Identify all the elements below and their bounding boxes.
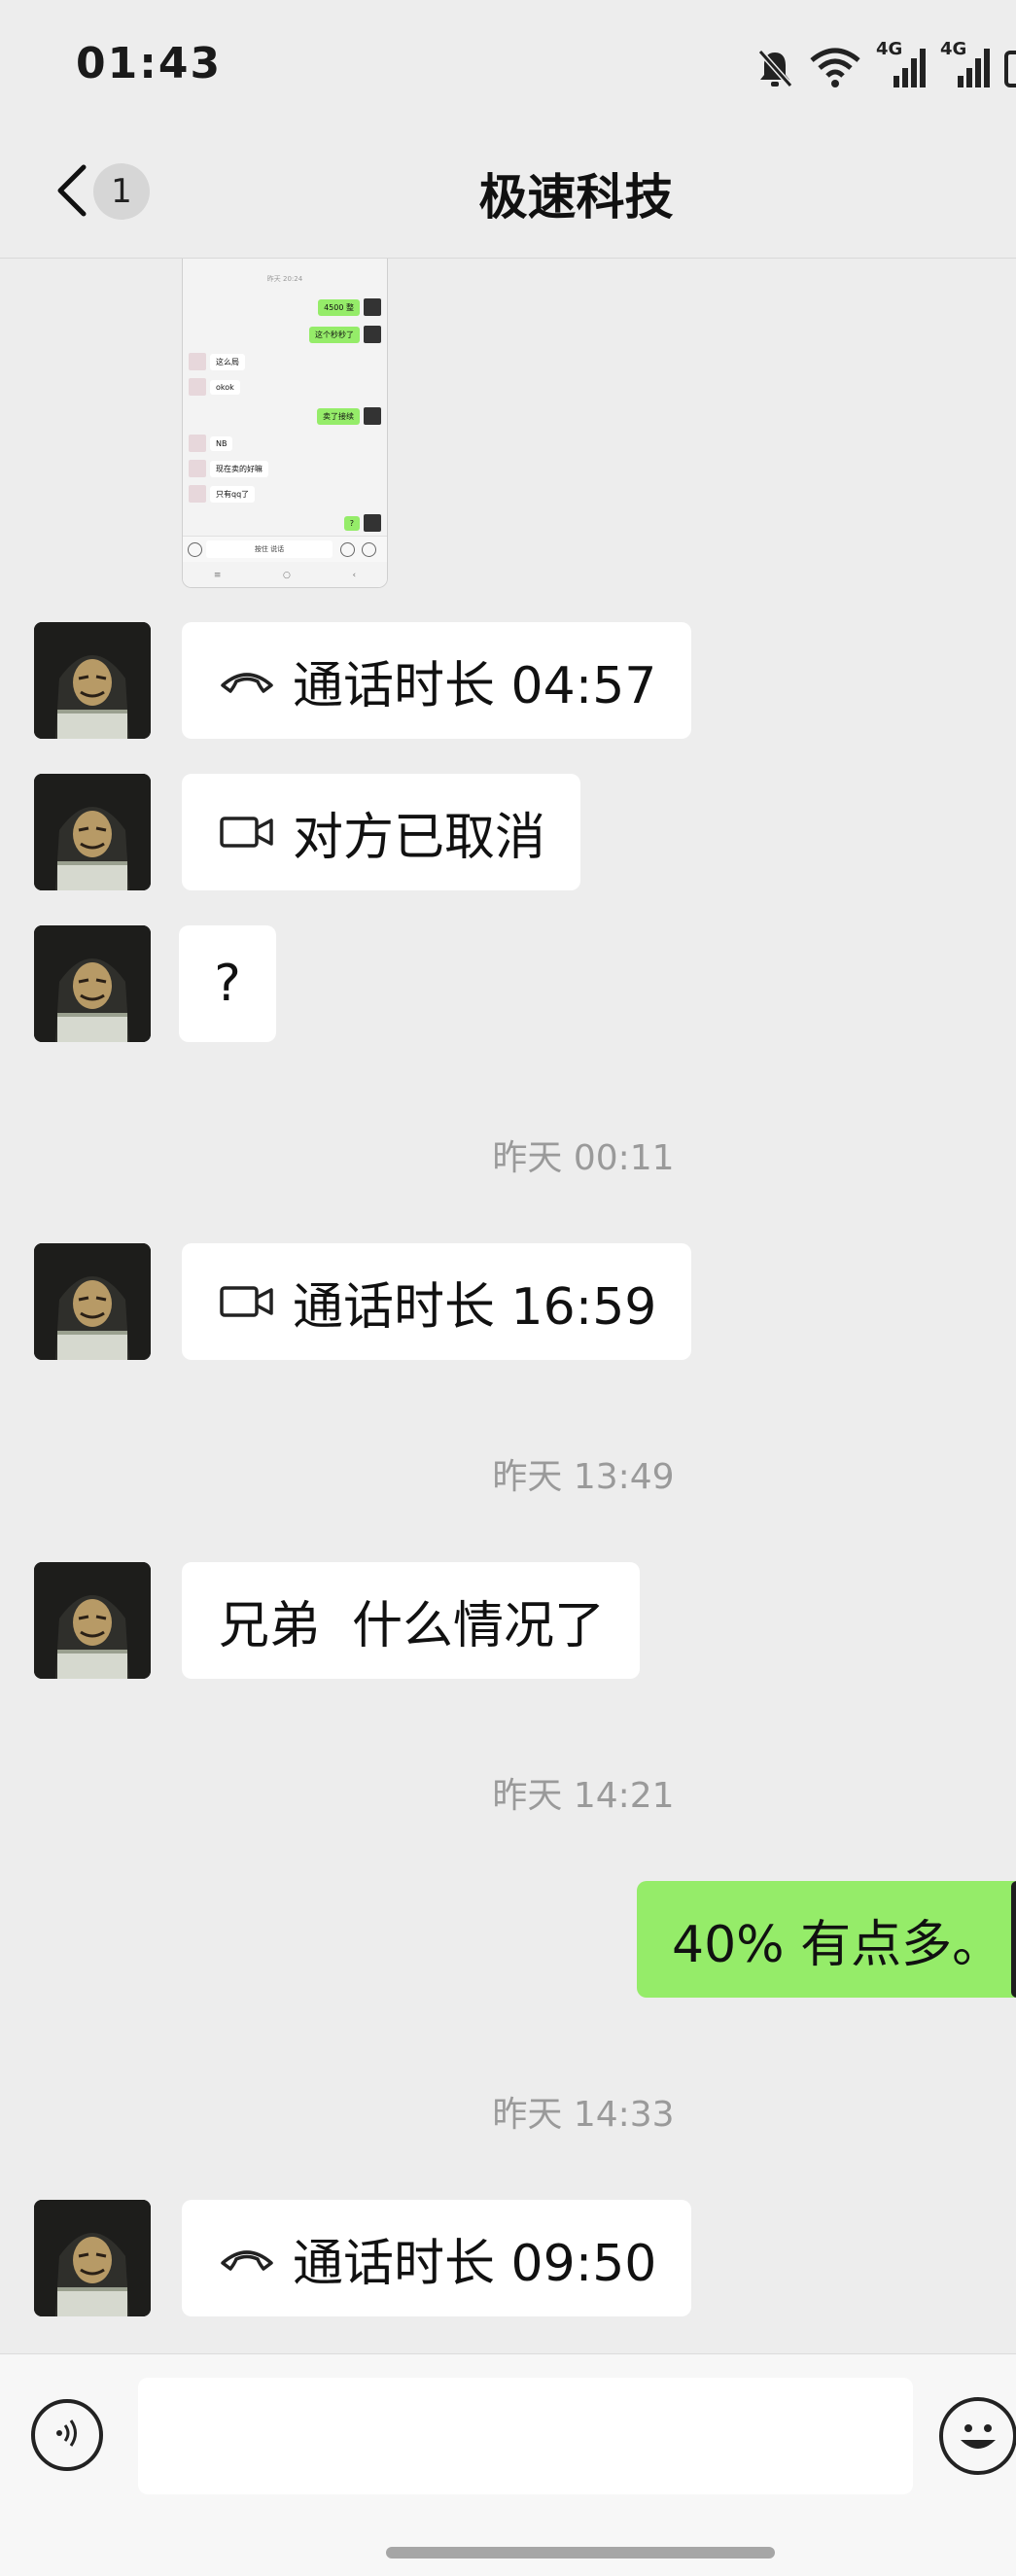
- wifi-icon: [808, 47, 862, 89]
- message-text: 40% 有点多。: [672, 1915, 1003, 1974]
- page-title: 极速科技: [478, 169, 674, 226]
- thumbnail-row: ?: [343, 513, 381, 533]
- message-input[interactable]: [138, 2378, 913, 2494]
- avatar[interactable]: [34, 2200, 151, 2316]
- emoji-button[interactable]: [939, 2397, 1016, 2475]
- input-bar: [0, 2353, 1016, 2576]
- text-message-bubble[interactable]: ?: [179, 925, 276, 1042]
- message-text: 兄弟 什么情况了: [219, 1596, 606, 1655]
- thumbnail-avatar: [364, 298, 381, 316]
- avatar[interactable]: [34, 1243, 151, 1360]
- thumbnail-bubble: 这么局: [210, 353, 245, 370]
- thumbnail-bubble: 卖了接续: [317, 407, 360, 425]
- avatar[interactable]: [34, 774, 151, 890]
- chat-list[interactable]: 昨天 20:24 4500 整 这个秒秒了 这么局 okok 卖了接续 NB 现…: [0, 259, 1016, 2353]
- thumbnail-bubble: NB: [210, 435, 233, 451]
- phone-call-icon: [219, 2244, 275, 2273]
- thumbnail-bubble: 4500 整: [318, 298, 360, 316]
- thumbnail-row: 现在卖的好嘛: [189, 459, 268, 478]
- thumbnail-avatar: [189, 353, 206, 370]
- text-message-bubble[interactable]: 兄弟 什么情况了: [182, 1562, 641, 1679]
- call-duration-text: 通话时长 16:59: [293, 1277, 657, 1337]
- thumbnail-row: NB: [189, 434, 233, 453]
- thumbnail-row: 这个秒秒了: [309, 325, 381, 344]
- message-timestamp: 昨天 14:33: [492, 2095, 675, 2135]
- thumbnail-row: 只有qq了: [189, 484, 256, 504]
- voice-icon: [48, 2414, 87, 2456]
- thumbnail-row: okok: [189, 377, 240, 397]
- mute-bell-icon: [755, 47, 794, 89]
- status-time: 01:43: [76, 39, 223, 88]
- battery-icon: [1004, 47, 1016, 89]
- call-record-bubble[interactable]: 通话时长 04:57: [182, 622, 692, 739]
- thumbnail-avatar: [189, 435, 206, 452]
- thumbnail-avatar: [364, 326, 381, 343]
- thumbnail-bubble: 只有qq了: [210, 485, 256, 503]
- voice-input-button[interactable]: [31, 2399, 103, 2471]
- message-timestamp: 昨天 14:21: [492, 1776, 675, 1816]
- avatar[interactable]: [34, 622, 151, 739]
- thumbnail-input-bar: 按住 说话: [183, 536, 387, 562]
- status-bar: 01:43 4G 4G: [0, 0, 1016, 136]
- thumbnail-avatar: [189, 460, 206, 477]
- thumbnail-emoji-icon: [340, 542, 355, 557]
- message-timestamp: 昨天 13:49: [492, 1457, 675, 1497]
- thumbnail-input: 按住 说话: [206, 540, 333, 558]
- thumbnail-avatar: [364, 407, 381, 425]
- status-icons: 4G 4G: [755, 39, 1016, 97]
- call-record-bubble[interactable]: 通话时长 09:50: [182, 2200, 692, 2316]
- thumbnail-avatar: [364, 514, 381, 532]
- video-call-icon: [219, 1284, 275, 1319]
- emoji-icon: [943, 2424, 1013, 2475]
- message-timestamp: 昨天 00:11: [492, 1138, 675, 1178]
- thumbnail-row: 4500 整: [318, 297, 381, 317]
- outgoing-message-bubble[interactable]: 40% 有点多。: [637, 1881, 1016, 1998]
- image-message-thumbnail[interactable]: 昨天 20:24 4500 整 这个秒秒了 这么局 okok 卖了接续 NB 现…: [182, 259, 388, 588]
- signal-4g-icon-2: 4G: [940, 39, 991, 89]
- thumbnail-timestamp: 昨天 20:24: [266, 275, 303, 283]
- thumbnail-bubble: ?: [343, 515, 360, 531]
- message-text: ?: [214, 955, 241, 1013]
- call-record-bubble[interactable]: 对方已取消: [182, 774, 581, 890]
- thumbnail-row: 卖了接续: [317, 406, 381, 426]
- thumbnail-plus-icon: [362, 542, 376, 557]
- call-record-bubble[interactable]: 通话时长 16:59: [182, 1243, 692, 1360]
- self-avatar[interactable]: [1011, 1881, 1016, 1998]
- thumbnail-bubble: okok: [210, 379, 240, 395]
- call-status-text: 对方已取消: [293, 808, 546, 867]
- home-indicator[interactable]: [386, 2547, 775, 2559]
- phone-call-icon: [219, 666, 275, 695]
- avatar[interactable]: [34, 925, 151, 1042]
- avatar[interactable]: [34, 1562, 151, 1679]
- thumbnail-bubble: 这个秒秒了: [309, 326, 360, 343]
- thumbnail-voice-icon: [188, 542, 202, 557]
- call-duration-text: 通话时长 09:50: [293, 2234, 657, 2293]
- signal-4g-icon: 4G: [876, 39, 927, 89]
- thumbnail-avatar: [189, 378, 206, 396]
- thumbnail-row: 这么局: [189, 352, 245, 371]
- call-duration-text: 通话时长 04:57: [293, 656, 657, 715]
- thumbnail-avatar: [189, 485, 206, 503]
- thumbnail-nav: ≡ ○ ‹: [183, 564, 387, 587]
- thumbnail-bubble: 现在卖的好嘛: [210, 460, 268, 477]
- video-call-icon: [219, 815, 275, 850]
